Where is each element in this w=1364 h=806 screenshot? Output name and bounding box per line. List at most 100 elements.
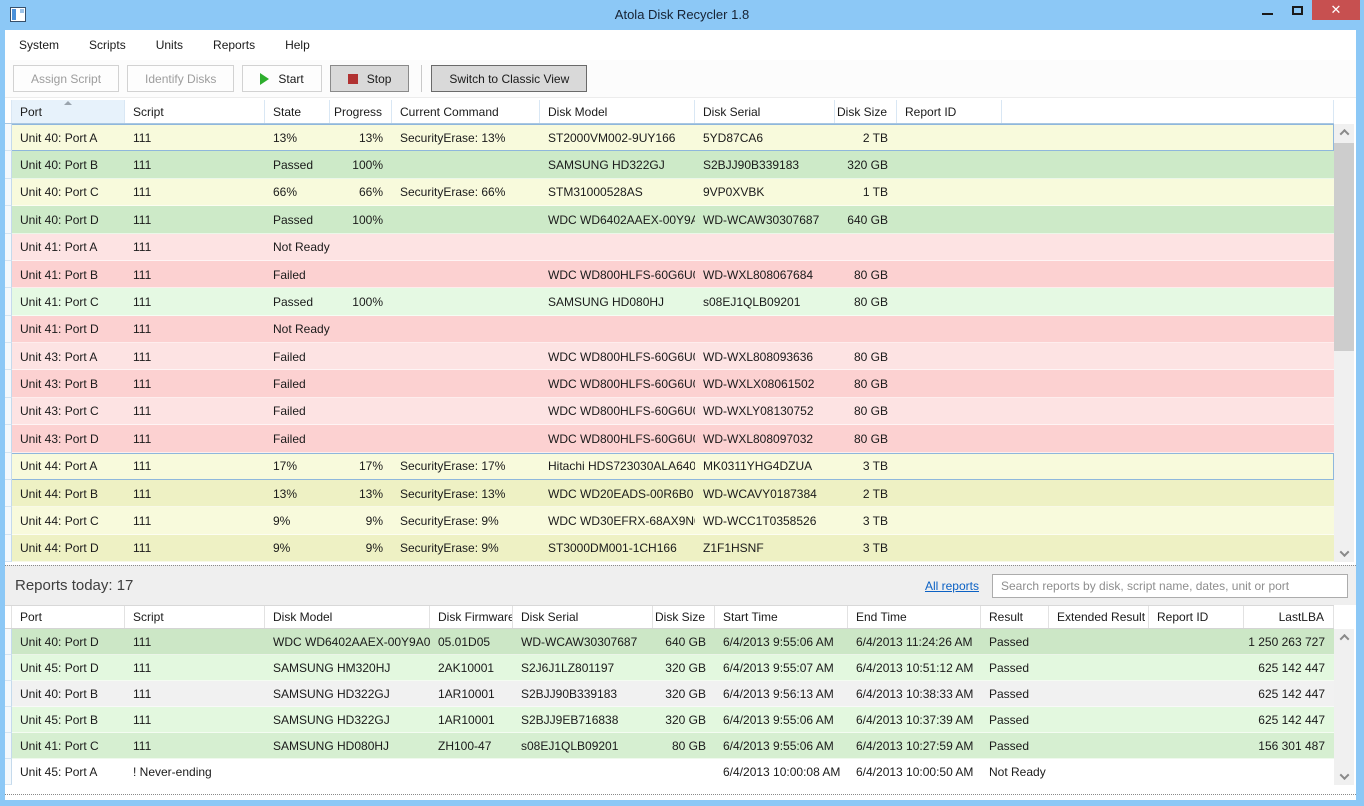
ports-column-current-command[interactable]: Current Command xyxy=(392,100,540,123)
reports-cell-report_id xyxy=(1149,759,1244,785)
reports-column-disk-size[interactable]: Disk Size xyxy=(653,606,715,628)
close-icon: ✕ xyxy=(1331,2,1342,18)
stop-button[interactable]: Stop xyxy=(330,65,410,92)
reports-column-script[interactable]: Script xyxy=(125,606,265,628)
reports-cell-script: 111 xyxy=(125,629,265,655)
ports-cell-script: 111 xyxy=(125,124,265,151)
titlebar: Atola Disk Recycler 1.8 ✕ xyxy=(0,0,1364,30)
row-header-strip xyxy=(5,234,12,261)
row-header-strip xyxy=(5,206,12,233)
ports-cell-state: Failed xyxy=(265,261,330,288)
reports-row-unit-45-port-b[interactable]: Unit 45: Port B111SAMSUNG HD322GJ1AR1000… xyxy=(5,707,1334,733)
ports-cell-port: Unit 44: Port C xyxy=(12,507,125,534)
reports-cell-model xyxy=(265,759,430,785)
reports-column-extended-result[interactable]: Extended Result xyxy=(1049,606,1149,628)
reports-row-unit-45-port-a[interactable]: Unit 45: Port A! Never-ending6/4/2013 10… xyxy=(5,759,1334,785)
menu-scripts[interactable]: Scripts xyxy=(74,30,141,60)
reports-column-disk-firmware[interactable]: Disk Firmware xyxy=(430,606,513,628)
reports-column-disk-serial[interactable]: Disk Serial xyxy=(513,606,653,628)
ports-column-script[interactable]: Script xyxy=(125,100,265,123)
minimize-button[interactable] xyxy=(1252,0,1282,20)
close-button[interactable]: ✕ xyxy=(1312,0,1360,20)
maximize-button[interactable] xyxy=(1282,0,1312,20)
ports-column-disk-size[interactable]: Disk Size xyxy=(835,100,897,123)
reports-cell-model: SAMSUNG HD080HJ xyxy=(265,733,430,759)
ports-row-unit-44-port-b[interactable]: Unit 44: Port B11113%13%SecurityErase: 1… xyxy=(5,480,1334,507)
switch-classic-view-button[interactable]: Switch to Classic View xyxy=(431,65,587,92)
scroll-down-icon[interactable] xyxy=(1334,768,1354,785)
ports-row-unit-41-port-d[interactable]: Unit 41: Port D111Not Ready xyxy=(5,316,1334,343)
ports-column-state[interactable]: State xyxy=(265,100,330,123)
ports-row-unit-43-port-d[interactable]: Unit 43: Port D111FailedWDC WD800HLFS-60… xyxy=(5,425,1334,452)
ports-cell-report_id xyxy=(897,370,1002,397)
reports-column-port[interactable]: Port xyxy=(12,606,125,628)
scrollbar-thumb[interactable] xyxy=(1334,143,1354,351)
reports-row-unit-40-port-d[interactable]: Unit 40: Port D111WDC WD6402AAEX-00Y9A00… xyxy=(5,629,1334,655)
ports-cell-report_id xyxy=(897,480,1002,507)
ports-row-unit-41-port-a[interactable]: Unit 41: Port A111Not Ready xyxy=(5,234,1334,261)
ports-column-port[interactable]: Port xyxy=(12,100,125,123)
ports-cell-state: 13% xyxy=(265,480,330,507)
ports-cell-command xyxy=(392,234,540,261)
reports-row-unit-45-port-d[interactable]: Unit 45: Port D111SAMSUNG HM320HJ2AK1000… xyxy=(5,655,1334,681)
start-button[interactable]: Start xyxy=(242,65,321,92)
menu-reports[interactable]: Reports xyxy=(198,30,270,60)
menu-help[interactable]: Help xyxy=(270,30,325,60)
ports-cell-progress: 9% xyxy=(330,535,392,562)
assign-script-button[interactable]: Assign Script xyxy=(13,65,119,92)
menu-system[interactable]: System xyxy=(5,30,74,60)
row-header-strip xyxy=(5,655,12,681)
reports-row-unit-40-port-b[interactable]: Unit 40: Port B111SAMSUNG HD322GJ1AR1000… xyxy=(5,681,1334,707)
bottom-filler xyxy=(5,785,1356,800)
ports-row-unit-43-port-a[interactable]: Unit 43: Port A111FailedWDC WD800HLFS-60… xyxy=(5,343,1334,370)
ports-cell-size: 80 GB xyxy=(835,370,897,397)
reports-row-unit-41-port-c[interactable]: Unit 41: Port C111SAMSUNG HD080HJZH100-4… xyxy=(5,733,1334,759)
reports-cell-end_time: 6/4/2013 10:38:33 AM xyxy=(848,681,981,707)
identify-disks-button[interactable]: Identify Disks xyxy=(127,65,234,92)
ports-row-unit-40-port-a[interactable]: Unit 40: Port A11113%13%SecurityErase: 1… xyxy=(5,124,1334,151)
reports-column-start-time[interactable]: Start Time xyxy=(715,606,848,628)
ports-cell-command xyxy=(392,261,540,288)
ports-row-unit-44-port-d[interactable]: Unit 44: Port D1119%9%SecurityErase: 9%S… xyxy=(5,535,1334,562)
scroll-down-icon[interactable] xyxy=(1334,545,1354,562)
ports-column-report-id[interactable]: Report ID xyxy=(897,100,1002,123)
reports-column-lastlba[interactable]: LastLBA xyxy=(1244,606,1334,628)
ports-column-progress[interactable]: Progress xyxy=(330,100,392,123)
ports-row-unit-43-port-c[interactable]: Unit 43: Port C111FailedWDC WD800HLFS-60… xyxy=(5,398,1334,425)
reports-column-disk-model[interactable]: Disk Model xyxy=(265,606,430,628)
reports-cell-lastlba: 625 142 447 xyxy=(1244,707,1334,733)
ports-cell-filler xyxy=(1002,453,1334,480)
all-reports-link[interactable]: All reports xyxy=(925,579,979,593)
reports-column-end-time[interactable]: End Time xyxy=(848,606,981,628)
ports-cell-state: Passed xyxy=(265,288,330,315)
ports-row-unit-40-port-b[interactable]: Unit 40: Port B111Passed100%SAMSUNG HD32… xyxy=(5,151,1334,178)
scroll-up-icon[interactable] xyxy=(1334,124,1354,141)
ports-column-disk-serial[interactable]: Disk Serial xyxy=(695,100,835,123)
ports-scrollbar[interactable] xyxy=(1334,124,1354,562)
reports-bar: Reports today: 17 All reports xyxy=(5,565,1356,605)
reports-cell-script: 111 xyxy=(125,733,265,759)
reports-cell-start_time: 6/4/2013 9:55:06 AM xyxy=(715,733,848,759)
menu-units[interactable]: Units xyxy=(141,30,198,60)
scroll-up-icon[interactable] xyxy=(1334,629,1354,646)
row-header-strip xyxy=(5,124,12,151)
ports-cell-model: WDC WD800HLFS-60G6U0 xyxy=(540,343,695,370)
ports-column-disk-model[interactable]: Disk Model xyxy=(540,100,695,123)
ports-row-unit-44-port-c[interactable]: Unit 44: Port C1119%9%SecurityErase: 9%W… xyxy=(5,507,1334,534)
row-header-strip xyxy=(5,151,12,178)
reports-cell-extended_result xyxy=(1049,681,1149,707)
search-input[interactable] xyxy=(992,574,1348,598)
ports-cell-report_id xyxy=(897,151,1002,178)
reports-column-report-id[interactable]: Report ID xyxy=(1149,606,1244,628)
reports-column-result[interactable]: Result xyxy=(981,606,1049,628)
ports-row-unit-44-port-a[interactable]: Unit 44: Port A11117%17%SecurityErase: 1… xyxy=(5,453,1334,480)
reports-scrollbar[interactable] xyxy=(1334,629,1354,785)
ports-row-unit-41-port-b[interactable]: Unit 41: Port B111FailedWDC WD800HLFS-60… xyxy=(5,261,1334,288)
ports-row-unit-41-port-c[interactable]: Unit 41: Port C111Passed100%SAMSUNG HD08… xyxy=(5,288,1334,315)
ports-row-unit-40-port-d[interactable]: Unit 40: Port D111Passed100%WDC WD6402AA… xyxy=(5,206,1334,233)
ports-cell-state: 13% xyxy=(265,124,330,151)
ports-cell-filler xyxy=(1002,507,1334,534)
ports-cell-port: Unit 41: Port B xyxy=(12,261,125,288)
ports-row-unit-40-port-c[interactable]: Unit 40: Port C11166%66%SecurityErase: 6… xyxy=(5,179,1334,206)
ports-row-unit-43-port-b[interactable]: Unit 43: Port B111FailedWDC WD800HLFS-60… xyxy=(5,370,1334,397)
